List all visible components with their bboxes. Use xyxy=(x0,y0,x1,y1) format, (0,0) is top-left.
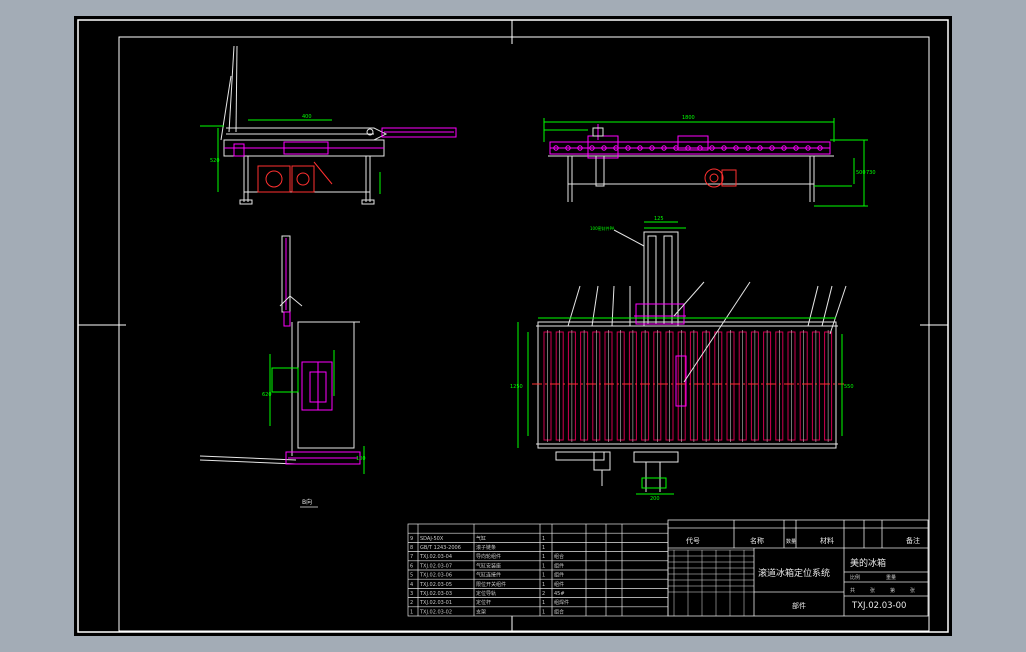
parts-cell: 限位开关组件 xyxy=(476,581,506,588)
svg-text:730: 730 xyxy=(866,170,876,176)
part-label: 部件 xyxy=(792,601,806,610)
b-direction-view: 620 100 xyxy=(199,235,366,474)
parts-cell: 45# xyxy=(554,591,565,597)
svg-text:125: 125 xyxy=(654,216,664,222)
header-name: 名称 xyxy=(750,536,764,545)
parts-cell: TXJ.02.03-07 xyxy=(419,563,452,569)
parts-cell: 导向轮组件 xyxy=(476,553,501,560)
parts-cell: 组焊件 xyxy=(554,599,569,606)
parts-cell: 组合 xyxy=(554,608,564,615)
svg-text:500: 500 xyxy=(856,170,866,176)
parts-cell: 定位导轨 xyxy=(476,590,496,597)
callout-seal: 100密封件PA xyxy=(590,225,615,231)
parts-cell: 1 xyxy=(542,573,545,579)
svg-text:200: 200 xyxy=(650,496,660,502)
svg-text:400: 400 xyxy=(302,114,312,120)
parts-cell: 定位杆 xyxy=(476,599,491,606)
sheet-no-unit: 张 xyxy=(910,587,915,594)
parts-cell: TXJ.02.03-01 xyxy=(419,600,452,606)
svg-text:1250: 1250 xyxy=(510,384,523,390)
parts-cell: 气缸安装座 xyxy=(476,562,501,569)
front-elevation-view: 1800 500 730 xyxy=(543,115,876,207)
sheet-no-label: 第 xyxy=(890,587,895,594)
parts-cell: 2 xyxy=(410,600,413,606)
dim-length: 1800 xyxy=(682,115,695,121)
parts-cell: 1 xyxy=(542,609,545,615)
parts-cell: TXJ.02.03-06 xyxy=(419,573,452,579)
company-name: 美的冰箱 xyxy=(850,557,886,569)
svg-text:550: 550 xyxy=(844,384,854,390)
parts-cell: 5 xyxy=(410,573,413,579)
svg-text:620: 620 xyxy=(262,392,272,398)
svg-text:520: 520 xyxy=(210,158,220,164)
parts-cell: 7 xyxy=(410,554,413,560)
parts-cell: 组件 xyxy=(554,572,564,579)
parts-cell: 1 xyxy=(542,536,545,542)
parts-cell: 6 xyxy=(410,563,413,569)
header-code: 代号 xyxy=(686,536,700,545)
parts-cell: 气缸连接件 xyxy=(476,572,501,579)
drawing-name: 滚道冰箱定位系统 xyxy=(758,567,830,579)
side-view-top-left: 400 520 xyxy=(200,45,457,205)
parts-cell: 1 xyxy=(542,582,545,588)
parts-cell: 组件 xyxy=(554,581,564,588)
parts-cell: 1 xyxy=(542,563,545,569)
parts-cell: 1 xyxy=(542,545,545,551)
parts-cell: TXJ.02.03-03 xyxy=(419,591,452,597)
title-block-text: 代号 名称 数量 材料 备注 滚道冰箱定位系统 美的冰箱 部件 TXJ.02.0… xyxy=(686,536,920,611)
parts-cell: 组件 xyxy=(554,562,564,569)
parts-cell: 4 xyxy=(410,582,413,588)
weight-label: 重量 xyxy=(886,574,896,581)
parts-cell: 气缸 xyxy=(476,535,486,542)
parts-cell: SDAJ-50X xyxy=(420,536,444,542)
parts-cell: 1 xyxy=(410,609,413,615)
parts-cell: 9 xyxy=(410,536,413,542)
parts-cell: 1 xyxy=(542,600,545,606)
sheet-total-label: 共 xyxy=(850,587,855,594)
parts-cell: 滚子链条 xyxy=(476,544,496,551)
header-material: 材料 xyxy=(820,536,834,545)
cad-model-space[interactable]: 400 520 1800 500 730 620 100 B向 1250 550… xyxy=(74,16,952,636)
scale-label: 比例 xyxy=(850,574,860,581)
drawing-number: TXJ.02.03-00 xyxy=(851,601,906,611)
parts-cell: TXJ.02.03-02 xyxy=(419,609,452,615)
header-qty: 数量 xyxy=(786,538,796,545)
svg-text:100: 100 xyxy=(356,456,366,462)
parts-cell: 3 xyxy=(410,591,413,597)
parts-cell: TXJ.02.03-04 xyxy=(419,554,452,560)
parts-cell: TXJ.02.03-05 xyxy=(419,582,452,588)
parts-cell: 8 xyxy=(410,545,413,551)
parts-cell: GB/T 1243-2006 xyxy=(420,545,461,551)
sheet-total-unit: 张 xyxy=(870,587,875,594)
parts-cell: 1 xyxy=(542,554,545,560)
parts-cell: 组合 xyxy=(554,553,564,560)
plan-view: 1250 550 125 200 100密封件PA xyxy=(510,216,854,502)
parts-cell: 2 xyxy=(542,591,545,597)
parts-cell: 支架 xyxy=(476,608,486,615)
view-label-b: B向 xyxy=(302,498,312,506)
header-remark: 备注 xyxy=(906,536,920,545)
